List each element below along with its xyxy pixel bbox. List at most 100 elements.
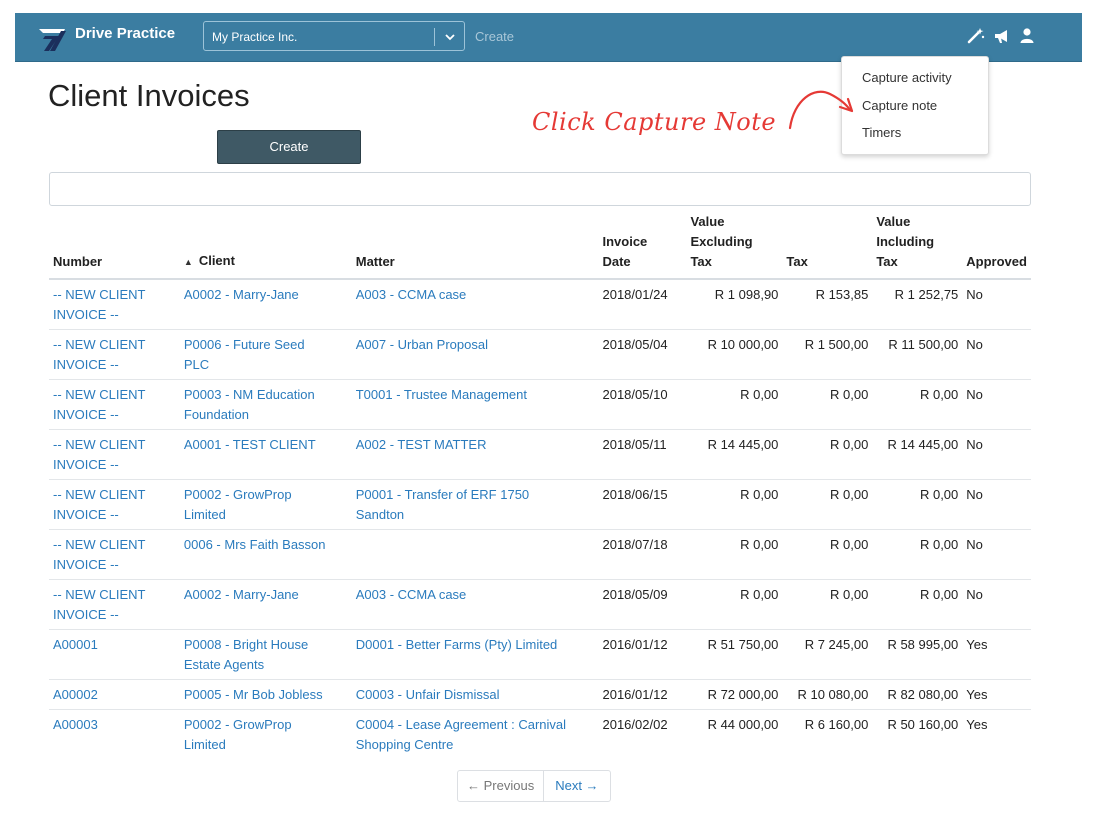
practice-select-value: My Practice Inc.	[212, 30, 298, 44]
cell-client[interactable]: P0005 - Mr Bob Jobless	[179, 679, 352, 710]
cell-client[interactable]: A0002 - Marry-Jane	[179, 278, 352, 330]
cell-client[interactable]: P0006 - Future Seed PLC	[179, 329, 352, 380]
cell-value-ex-tax: R 14 445,00	[686, 429, 783, 480]
create-button[interactable]: Create	[217, 130, 361, 164]
cell-value-inc-tax: R 14 445,00	[872, 429, 963, 480]
cell-number[interactable]: -- NEW CLIENT INVOICE --	[49, 429, 180, 480]
cell-value-inc-tax: R 82 080,00	[872, 679, 963, 710]
table-row[interactable]: A00002 P0005 - Mr Bob Jobless C0003 - Un…	[49, 679, 1031, 710]
cell-tax: R 153,85	[782, 278, 873, 330]
table-row[interactable]: -- NEW CLIENT INVOICE -- P0003 - NM Educa…	[49, 379, 1031, 430]
cell-tax: R 7 245,00	[782, 629, 873, 680]
cell-number[interactable]: A00001	[49, 629, 180, 680]
drive-practice-logo-icon[interactable]	[37, 25, 69, 51]
cell-client[interactable]: P0002 - GrowProp Limited	[179, 709, 352, 759]
cell-value-ex-tax: R 0,00	[686, 579, 783, 630]
menu-item-timers[interactable]: Timers	[862, 125, 901, 140]
table-row[interactable]: A00003 P0002 - GrowProp Limited C0004 - L…	[49, 709, 1031, 759]
cell-value-inc-tax: R 58 995,00	[872, 629, 963, 680]
col-header-client[interactable]: ▲ Client	[179, 208, 352, 280]
cell-approved: No	[962, 429, 1031, 480]
cell-approved: No	[962, 329, 1031, 380]
table-row[interactable]: -- NEW CLIENT INVOICE -- A0002 - Marry-Ja…	[49, 579, 1031, 630]
table-row[interactable]: A00001 P0008 - Bright House Estate Agents…	[49, 629, 1031, 680]
user-icon[interactable]	[1019, 27, 1035, 45]
cell-invoice-date: 2018/05/10	[598, 379, 687, 430]
col-header-number[interactable]: Number	[49, 208, 180, 280]
table-row[interactable]: -- NEW CLIENT INVOICE -- A0002 - Marry-Ja…	[49, 278, 1031, 330]
col-header-matter[interactable]: Matter	[351, 208, 599, 280]
cell-approved: No	[962, 379, 1031, 430]
cell-client[interactable]: 0006 - Mrs Faith Basson	[179, 529, 352, 580]
cell-matter[interactable]: D0001 - Better Farms (Pty) Limited	[351, 629, 599, 680]
cell-value-inc-tax: R 11 500,00	[872, 329, 963, 380]
cell-tax: R 0,00	[782, 579, 873, 630]
cell-value-ex-tax: R 44 000,00	[686, 709, 783, 759]
cell-number[interactable]: A00002	[49, 679, 180, 710]
cell-tax: R 0,00	[782, 429, 873, 480]
cell-value-ex-tax: R 0,00	[686, 479, 783, 530]
pagination: ← Previous Next →	[457, 770, 611, 802]
cell-number[interactable]: -- NEW CLIENT INVOICE --	[49, 529, 180, 580]
cell-value-inc-tax: R 0,00	[872, 529, 963, 580]
cell-value-ex-tax: R 0,00	[686, 379, 783, 430]
cell-value-ex-tax: R 1 098,90	[686, 278, 783, 330]
table-row[interactable]: -- NEW CLIENT INVOICE -- P0002 - GrowProp…	[49, 479, 1031, 530]
cell-value-inc-tax: R 50 160,00	[872, 709, 963, 759]
cell-value-ex-tax: R 72 000,00	[686, 679, 783, 710]
cell-matter[interactable]: A003 - CCMA case	[351, 579, 599, 630]
cell-client[interactable]: P0003 - NM Education Foundation	[179, 379, 352, 430]
cell-client[interactable]: A0002 - Marry-Jane	[179, 579, 352, 630]
cell-invoice-date: 2018/05/04	[598, 329, 687, 380]
cell-number[interactable]: -- NEW CLIENT INVOICE --	[49, 329, 180, 380]
cell-matter[interactable]	[351, 529, 599, 580]
menu-item-capture-activity[interactable]: Capture activity	[862, 70, 952, 85]
cell-tax: R 0,00	[782, 479, 873, 530]
cell-client[interactable]: A0001 - TEST CLIENT	[179, 429, 352, 480]
select-divider	[434, 28, 435, 46]
table-row[interactable]: -- NEW CLIENT INVOICE -- P0006 - Future S…	[49, 329, 1031, 380]
brand-name[interactable]: Drive Practice	[75, 25, 175, 42]
cell-value-ex-tax: R 10 000,00	[686, 329, 783, 380]
megaphone-icon[interactable]	[993, 27, 1011, 45]
invoices-table: Number ▲ Client Matter Invoice Date Value E…	[49, 208, 1031, 759]
cell-matter[interactable]: C0003 - Unfair Dismissal	[351, 679, 599, 710]
practice-select[interactable]: My Practice Inc.	[203, 21, 465, 51]
cell-number[interactable]: -- NEW CLIENT INVOICE --	[49, 278, 180, 330]
chevron-down-icon	[445, 34, 455, 41]
cell-matter[interactable]: A007 - Urban Proposal	[351, 329, 599, 380]
cell-client[interactable]: P0002 - GrowProp Limited	[179, 479, 352, 530]
col-header-value-including-tax[interactable]: Value Including Tax	[872, 208, 963, 280]
cell-matter[interactable]: P0001 - Transfer of ERF 1750 Sandton	[351, 479, 599, 530]
cell-invoice-date: 2018/06/15	[598, 479, 687, 530]
menu-item-capture-note[interactable]: Capture note	[862, 98, 937, 113]
cell-matter[interactable]: C0004 - Lease Agreement : Carnival Shoppi…	[351, 709, 599, 759]
cell-value-ex-tax: R 0,00	[686, 529, 783, 580]
table-row[interactable]: -- NEW CLIENT INVOICE -- 0006 - Mrs Faith…	[49, 529, 1031, 580]
cell-number[interactable]: -- NEW CLIENT INVOICE --	[49, 379, 180, 430]
col-header-invoice-date[interactable]: Invoice Date	[598, 208, 687, 280]
table-header-row: Number ▲ Client Matter Invoice Date Value E…	[49, 208, 1031, 280]
cell-approved: Yes	[962, 679, 1031, 710]
cell-matter[interactable]: A002 - TEST MATTER	[351, 429, 599, 480]
cell-tax: R 6 160,00	[782, 709, 873, 759]
cell-matter[interactable]: T0001 - Trustee Management	[351, 379, 599, 430]
cell-number[interactable]: A00003	[49, 709, 180, 759]
magic-wand-icon[interactable]	[967, 27, 985, 45]
col-header-tax[interactable]: Tax	[782, 208, 873, 280]
page-title: Client Invoices	[48, 78, 250, 113]
annotation-arrow-icon	[788, 90, 854, 130]
col-header-approved[interactable]: Approved	[962, 208, 1031, 280]
cell-number[interactable]: -- NEW CLIENT INVOICE --	[49, 579, 180, 630]
nav-create-link[interactable]: Create	[475, 29, 514, 44]
cell-matter[interactable]: A003 - CCMA case	[351, 278, 599, 330]
col-header-value-excluding-tax[interactable]: Value Excluding Tax	[686, 208, 783, 280]
next-page-button[interactable]: Next →	[544, 771, 609, 801]
search-input[interactable]	[49, 172, 1031, 206]
previous-page-button[interactable]: ← Previous	[458, 771, 545, 801]
cell-tax: R 1 500,00	[782, 329, 873, 380]
table-row[interactable]: -- NEW CLIENT INVOICE -- A0001 - TEST CLI…	[49, 429, 1031, 480]
cell-number[interactable]: -- NEW CLIENT INVOICE --	[49, 479, 180, 530]
cell-client[interactable]: P0008 - Bright House Estate Agents	[179, 629, 352, 680]
cell-tax: R 0,00	[782, 379, 873, 430]
